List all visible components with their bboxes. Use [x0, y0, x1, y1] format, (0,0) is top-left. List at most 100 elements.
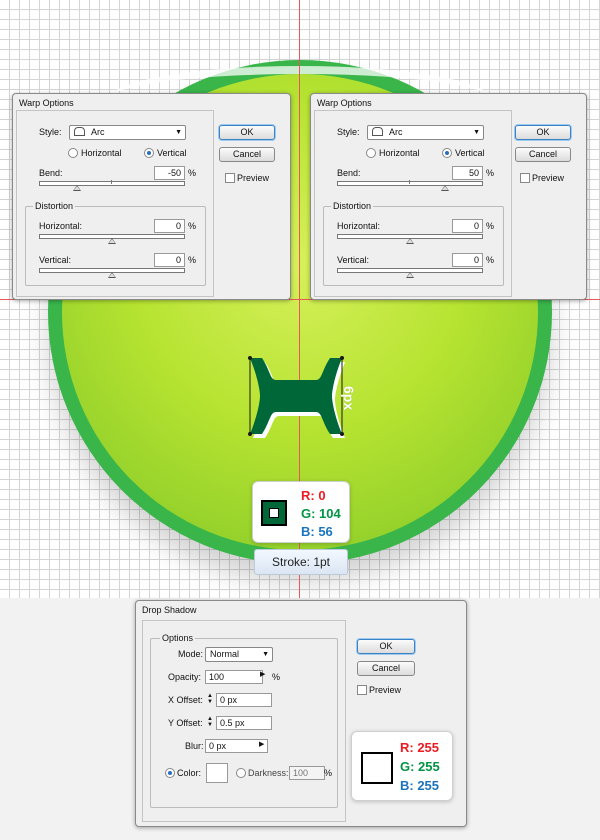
stepper-icon[interactable]: ▲ ▼ — [207, 693, 213, 705]
stroke-weight-label: Stroke: 1pt — [254, 549, 348, 575]
style-value: Arc — [389, 127, 403, 137]
cancel-button[interactable]: Cancel — [219, 147, 275, 162]
bend-input[interactable]: -50 — [154, 166, 185, 180]
vertical-label: Vertical — [455, 148, 485, 158]
shadow-color-swatch[interactable] — [206, 763, 228, 783]
darkness-label: Darkness: — [248, 768, 289, 778]
red-value: R: 0 — [301, 488, 326, 503]
x-offset-input[interactable]: 0 px — [216, 693, 272, 707]
blue-value: B: 255 — [400, 778, 440, 793]
dist-horizontal-input[interactable]: 0 — [452, 219, 483, 233]
bend-slider-thumb[interactable] — [441, 185, 449, 191]
dist-horizontal-label: Horizontal: — [39, 221, 83, 231]
style-dropdown[interactable]: Arc ▼ — [367, 125, 484, 140]
percent-label: % — [486, 221, 495, 231]
percent-label: % — [272, 672, 281, 682]
cancel-button[interactable]: Cancel — [515, 147, 571, 162]
stroke-swatch-icon — [261, 500, 287, 526]
arc-icon — [372, 127, 383, 136]
dist-vertical-label: Vertical: — [337, 255, 370, 265]
preview-label: Preview — [532, 173, 565, 183]
dialog-title: Warp Options — [317, 98, 372, 108]
stepper-icon[interactable]: ▲ ▼ — [207, 716, 213, 728]
percent-label: % — [188, 255, 197, 265]
vertical-label: Vertical — [157, 148, 187, 158]
anchor-point[interactable] — [340, 432, 344, 436]
ok-button[interactable]: OK — [357, 639, 415, 654]
dist-vertical-input[interactable]: 0 — [452, 253, 483, 267]
bend-slider[interactable] — [337, 181, 483, 186]
style-dropdown[interactable]: Arc ▼ — [69, 125, 186, 140]
dialog-title: Drop Shadow — [142, 605, 197, 615]
cancel-button[interactable]: Cancel — [357, 661, 415, 676]
preview-checkbox[interactable] — [357, 685, 367, 695]
anchor-point[interactable] — [248, 356, 252, 360]
arrow-right-icon[interactable]: ▶ — [260, 670, 265, 678]
dist-vertical-thumb[interactable] — [108, 272, 116, 278]
arrow-right-icon[interactable]: ▶ — [259, 740, 264, 748]
y-offset-label: Y Offset: — [168, 718, 203, 728]
dist-horizontal-thumb[interactable] — [108, 238, 116, 244]
red-value: R: 255 — [400, 740, 440, 755]
anchor-point[interactable] — [340, 356, 344, 360]
percent-label: % — [188, 221, 197, 231]
radio-horizontal[interactable] — [366, 148, 376, 158]
chevron-down-icon: ▼ — [262, 651, 269, 658]
dist-vertical-thumb[interactable] — [406, 272, 414, 278]
anchor-point[interactable] — [248, 432, 252, 436]
y-offset-input[interactable]: 0.5 px — [216, 716, 272, 730]
dist-horizontal-thumb[interactable] — [406, 238, 414, 244]
percent-label: % — [324, 768, 333, 778]
distortion-label: Distortion — [33, 201, 76, 211]
bend-input[interactable]: 50 — [452, 166, 483, 180]
darkness-input[interactable]: 100 — [289, 766, 325, 780]
shadow-color-card: R: 255 G: 255 B: 255 — [351, 731, 453, 801]
dist-vertical-input[interactable]: 0 — [154, 253, 185, 267]
stroke-color-card: R: 0 G: 104 B: 56 — [252, 481, 350, 543]
style-label: Style: — [39, 127, 62, 137]
style-label: Style: — [337, 127, 360, 137]
bend-slider[interactable] — [39, 181, 185, 186]
preview-checkbox[interactable] — [225, 173, 235, 183]
chevron-down-icon: ▼ — [473, 129, 480, 136]
opacity-input[interactable]: 100 — [205, 670, 263, 684]
preview-checkbox[interactable] — [520, 173, 530, 183]
mode-value: Normal — [210, 649, 240, 659]
percent-label: % — [486, 255, 495, 265]
radio-vertical[interactable] — [144, 148, 154, 158]
radio-horizontal[interactable] — [68, 148, 78, 158]
shape-fill — [250, 358, 342, 434]
warp-options-dialog-left: Warp Options Style: Arc ▼ Horizontal Ver… — [12, 93, 291, 300]
white-swatch-icon — [361, 752, 393, 784]
percent-label: % — [486, 168, 495, 178]
style-value: Arc — [91, 127, 105, 137]
blue-value: B: 56 — [301, 524, 333, 539]
blur-label: Blur: — [185, 741, 204, 751]
arc-icon — [74, 127, 85, 136]
bend-label: Bend: — [337, 168, 361, 178]
warp-options-dialog-right: Warp Options Style: Arc ▼ Horizontal Ver… — [310, 93, 587, 300]
preview-label: Preview — [369, 685, 402, 695]
chevron-down-icon: ▼ — [175, 129, 182, 136]
options-label: Options — [160, 633, 196, 643]
dialog-title: Warp Options — [19, 98, 74, 108]
green-value: G: 255 — [400, 759, 440, 774]
distortion-label: Distortion — [331, 201, 374, 211]
radio-vertical[interactable] — [442, 148, 452, 158]
ok-button[interactable]: OK — [219, 125, 275, 140]
ok-button[interactable]: OK — [515, 125, 571, 140]
horizontal-label: Horizontal — [379, 148, 420, 158]
dist-horizontal-input[interactable]: 0 — [154, 219, 185, 233]
opacity-label: Opacity: — [168, 672, 202, 682]
preview-label: Preview — [237, 173, 270, 183]
bend-label: Bend: — [39, 168, 63, 178]
percent-label: % — [188, 168, 197, 178]
mode-dropdown[interactable]: Normal ▼ — [205, 647, 273, 662]
dist-horizontal-label: Horizontal: — [337, 221, 381, 231]
radio-color[interactable] — [165, 768, 175, 778]
bend-slider-thumb[interactable] — [73, 185, 81, 191]
mode-label: Mode: — [178, 649, 204, 659]
color-label: Color: — [177, 768, 202, 778]
green-value: G: 104 — [301, 506, 341, 521]
radio-darkness[interactable] — [236, 768, 246, 778]
